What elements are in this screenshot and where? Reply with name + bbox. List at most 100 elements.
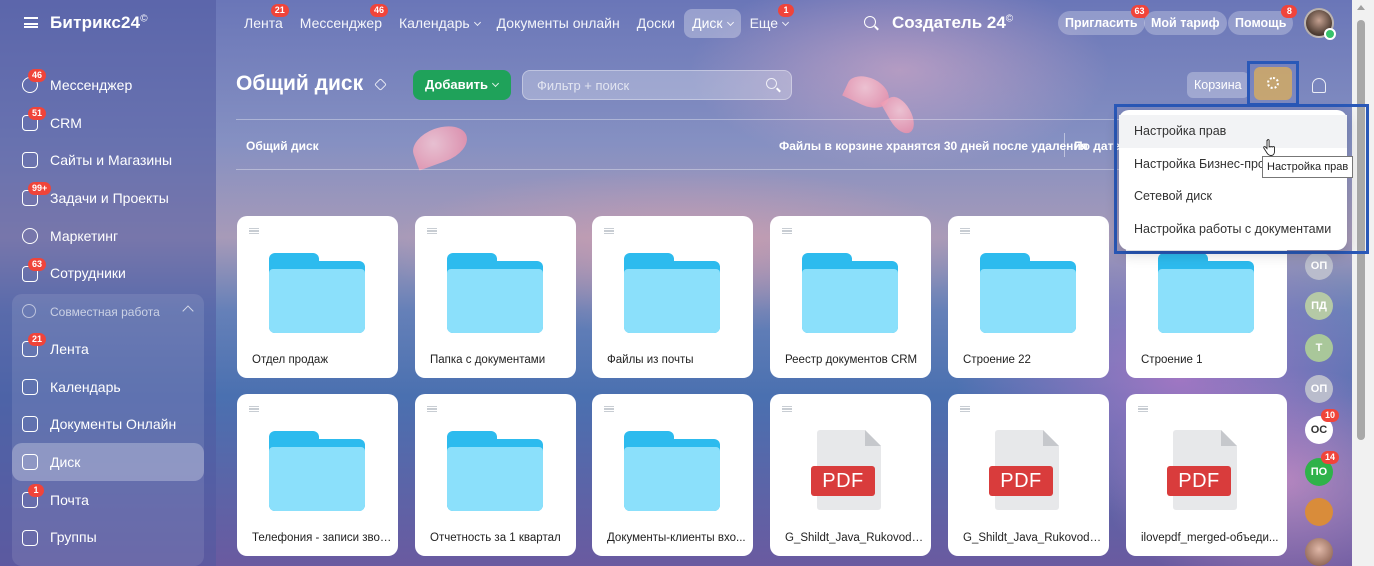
sidebar-item[interactable]: Документы Онлайн: [12, 405, 204, 443]
top-nav-item[interactable]: Доски: [629, 9, 683, 38]
contact-avatar[interactable]: ПО 14: [1305, 451, 1339, 486]
drag-handle-icon[interactable]: [249, 406, 259, 412]
drag-handle-icon[interactable]: [604, 228, 614, 234]
contact-badge: 10: [1320, 409, 1339, 422]
chat-icon[interactable]: [1305, 498, 1333, 526]
sidebar-item[interactable]: Календарь: [12, 368, 204, 406]
contact-initials: ПД: [1311, 300, 1327, 312]
folder-card[interactable]: Строение 22: [948, 216, 1109, 378]
folder-card[interactable]: Папка с документами: [415, 216, 576, 378]
top-nav: Лента 21 Мессенджер 46 Календарь Документы он…: [236, 4, 797, 38]
bell-icon[interactable]: [1312, 78, 1326, 93]
trash-button[interactable]: Корзина: [1187, 72, 1249, 98]
contact-avatar[interactable]: ОС 10: [1305, 409, 1339, 444]
pdf-file-card[interactable]: PDF G_Shildt_Java_Rukovodstv...: [948, 394, 1109, 556]
drag-handle-icon[interactable]: [782, 228, 792, 234]
top-nav-item[interactable]: Документы онлайн: [489, 9, 628, 38]
scrollbar[interactable]: [1352, 0, 1374, 566]
folder-front: [269, 447, 365, 511]
cart-icon: [22, 152, 38, 169]
folder-card[interactable]: Телефония - записи звон...: [237, 394, 398, 556]
top-nav-item[interactable]: Еще 1: [742, 4, 797, 38]
help-badge: 8: [1281, 5, 1298, 18]
folder-card[interactable]: Отдел продаж: [237, 216, 398, 378]
folder-front: [624, 269, 720, 333]
company-name[interactable]: Создатель 24©: [892, 13, 1013, 33]
breadcrumb[interactable]: Общий диск: [246, 139, 319, 153]
pdf-icon: PDF: [1167, 430, 1237, 510]
contact-avatar[interactable]: ОП: [1305, 252, 1333, 280]
disk-icon: [22, 454, 38, 471]
folder-front: [980, 269, 1076, 333]
top-nav-item[interactable]: Лента 21: [236, 4, 291, 38]
pdf-file-card[interactable]: PDF ilovepdf_merged-объеди...: [1126, 394, 1287, 556]
sidebar-item[interactable]: Почта 1: [12, 481, 204, 519]
drag-handle-icon[interactable]: [782, 406, 792, 412]
sidebar-item[interactable]: CRM 51: [12, 104, 204, 142]
tariff-button[interactable]: Мой тариф: [1144, 11, 1227, 35]
settings-button[interactable]: [1254, 67, 1292, 100]
menu-item[interactable]: Настройка работы с документами: [1119, 213, 1347, 246]
help-button[interactable]: Помощь 8: [1228, 5, 1298, 35]
sidebar-item[interactable]: Диск: [12, 443, 204, 481]
chevron-down-icon: [473, 18, 481, 27]
contact-avatar[interactable]: Т: [1305, 334, 1333, 362]
pdf-label: PDF: [811, 466, 875, 496]
drag-handle-icon[interactable]: [604, 406, 614, 412]
filter-input[interactable]: [523, 71, 743, 99]
folder-card[interactable]: Отчетность за 1 квартал: [415, 394, 576, 556]
logo[interactable]: Битрикс24©: [50, 13, 148, 33]
contact-initials: ПО: [1310, 466, 1328, 478]
sidebar-item[interactable]: Маркетинг: [12, 217, 204, 255]
top-nav-item[interactable]: Диск: [684, 9, 741, 38]
drag-handle-icon[interactable]: [249, 228, 259, 234]
pdf-icon: PDF: [811, 430, 881, 510]
drag-handle-icon[interactable]: [960, 228, 970, 234]
user-avatar[interactable]: [1304, 8, 1336, 40]
add-button[interactable]: Добавить: [413, 70, 511, 100]
folder-front: [1158, 269, 1254, 333]
hand-cursor-icon: [1263, 139, 1275, 156]
sidebar-item[interactable]: Группы: [12, 519, 204, 557]
group-title[interactable]: Совместная работа: [50, 305, 160, 319]
folder-card[interactable]: Документы-клиенты вхо...: [592, 394, 753, 556]
folder-card[interactable]: Файлы из почты: [592, 216, 753, 378]
sidebar-item[interactable]: Сотрудники 63: [12, 255, 204, 293]
pdf-label: PDF: [989, 466, 1053, 496]
search-icon[interactable]: [766, 78, 777, 89]
contact-initials: ОП: [1310, 383, 1328, 395]
menu-icon[interactable]: [24, 17, 38, 28]
pdf-file-card[interactable]: PDF G_Shildt_Java_Rukovodstv...: [770, 394, 931, 556]
sidebar-item[interactable]: Сайты и Магазины: [12, 141, 204, 179]
file-name: Отчетность за 1 квартал: [430, 532, 561, 544]
file-name: ilovepdf_merged-объеди...: [1141, 532, 1279, 544]
sidebar-item[interactable]: Мессенджер 46: [12, 66, 204, 104]
search-icon[interactable]: [864, 16, 876, 28]
drag-handle-icon[interactable]: [427, 406, 437, 412]
sidebar-item-label: Задачи и Проекты: [50, 189, 169, 206]
tooltip: Настройка прав: [1262, 156, 1354, 178]
drag-handle-icon[interactable]: [1138, 406, 1148, 412]
page-title: Общий диск: [236, 72, 364, 95]
sidebar-item[interactable]: Задачи и Проекты 99+: [12, 179, 204, 217]
menu-item[interactable]: Настройка прав: [1119, 115, 1347, 148]
menu-item[interactable]: Сетевой диск: [1119, 180, 1347, 213]
scroll-up-icon[interactable]: [1357, 5, 1365, 10]
contact-avatar[interactable]: [1305, 538, 1333, 566]
sidebar-item[interactable]: Лента 21: [12, 330, 204, 368]
invite-button[interactable]: Пригласить 63: [1058, 5, 1149, 35]
drag-handle-icon[interactable]: [960, 406, 970, 412]
sidebar-item-label: Маркетинг: [50, 227, 119, 244]
top-nav-item[interactable]: Мессенджер 46: [292, 4, 390, 38]
top-nav-item[interactable]: Календарь: [391, 9, 488, 38]
folder-icon: [269, 253, 365, 333]
drag-handle-icon[interactable]: [427, 228, 437, 234]
folder-card[interactable]: Реестр документов CRM: [770, 216, 931, 378]
top-nav-badge: 21: [270, 4, 289, 17]
contact-avatar[interactable]: ПД: [1305, 292, 1333, 320]
file-name: Телефония - записи звон...: [252, 532, 392, 544]
top-nav-label: Диск: [692, 15, 723, 31]
filter-search[interactable]: [522, 70, 792, 100]
contact-avatar[interactable]: ОП: [1305, 375, 1333, 403]
pdf-fold: [1221, 430, 1237, 446]
